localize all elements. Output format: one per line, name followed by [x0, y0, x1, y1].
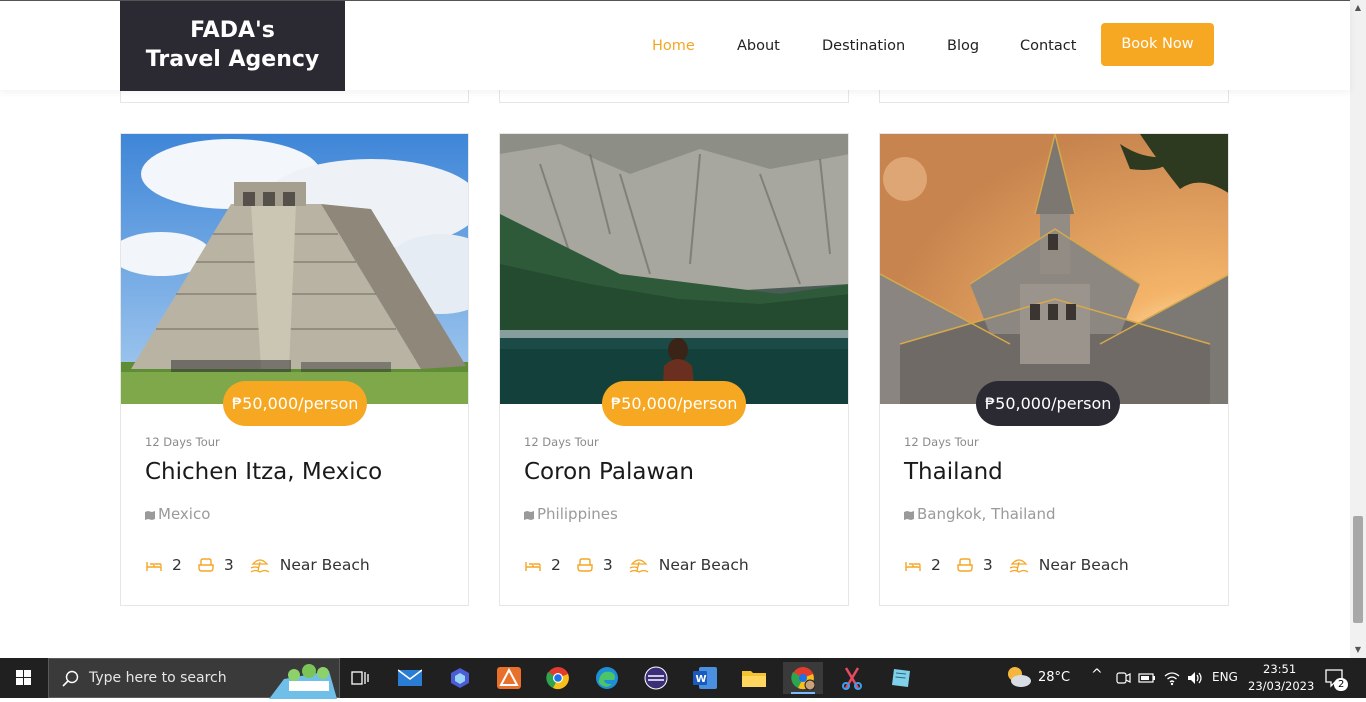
tour-title[interactable]: Coron Palawan — [524, 459, 694, 485]
nav-contact[interactable]: Contact — [1020, 38, 1076, 54]
volume-icon[interactable] — [1186, 670, 1204, 686]
bed-icon — [905, 562, 921, 571]
chrome-icon[interactable] — [538, 662, 578, 694]
beach-icon — [250, 559, 270, 573]
snipping-tool-icon[interactable] — [832, 662, 872, 694]
tour-location-text: Philippines — [537, 505, 618, 523]
language-indicator[interactable]: ENG — [1212, 670, 1238, 684]
feature-beach: Near Beach — [658, 556, 749, 574]
clock-time[interactable]: 23:51 — [1263, 662, 1296, 676]
price-badge: ₱50,000/person — [223, 381, 368, 426]
tour-duration: 12 Days Tour — [524, 435, 599, 449]
feature-rooms: 2 — [931, 556, 941, 574]
tour-duration: 12 Days Tour — [904, 435, 979, 449]
notes-app-icon[interactable] — [881, 662, 921, 694]
svg-text:W: W — [696, 674, 707, 685]
tour-location: Bangkok, Thailand — [904, 505, 1055, 523]
nav-about[interactable]: About — [737, 38, 780, 54]
tour-location: Mexico — [145, 505, 210, 523]
price-badge: ₱50,000/person — [976, 381, 1121, 426]
logo-line-1: FADA's — [190, 18, 275, 43]
feature-rooms: 2 — [551, 556, 561, 574]
site-logo[interactable]: FADA's Travel Agency — [120, 1, 345, 91]
tour-features: 2 3 Near Beach — [524, 554, 749, 576]
tour-location: Philippines — [524, 505, 618, 523]
nav-destination[interactable]: Destination — [822, 38, 905, 54]
price-badge: ₱50,000/person — [602, 381, 747, 426]
bath-icon — [198, 558, 214, 572]
feature-rooms: 2 — [172, 556, 182, 574]
tour-features: 2 3 Near Beach — [904, 554, 1129, 576]
weather-icon[interactable] — [1004, 664, 1032, 690]
nav-home[interactable]: Home — [652, 38, 695, 54]
word-icon[interactable]: W — [685, 662, 725, 694]
tour-duration: 12 Days Tour — [145, 435, 220, 449]
beach-icon — [629, 559, 649, 573]
tour-card[interactable]: ₱50,000/person 12 Days Tour Thailand Ban… — [879, 133, 1229, 606]
feature-baths: 3 — [223, 556, 234, 574]
taskbar: Type here to search W 28°C ^ ENG 23:51 2… — [0, 658, 1366, 699]
scroll-up-arrow-icon[interactable]: ▲ — [1350, 0, 1366, 16]
book-now-button[interactable]: Book Now — [1101, 23, 1214, 66]
clock-date[interactable]: 23/03/2023 — [1248, 679, 1314, 693]
office-app-icon[interactable] — [489, 662, 529, 694]
task-view-icon[interactable] — [340, 662, 380, 694]
scrollbar-thumb[interactable] — [1353, 516, 1363, 623]
file-explorer-icon[interactable] — [734, 662, 774, 694]
feature-baths: 3 — [982, 556, 993, 574]
previous-card-bottom — [499, 88, 849, 103]
meet-now-icon[interactable] — [1115, 670, 1131, 686]
search-placeholder: Type here to search — [89, 670, 227, 686]
taskbar-search-box[interactable]: Type here to search — [48, 658, 340, 699]
tour-image-chichen-itza[interactable] — [121, 134, 468, 404]
tour-location-text: Bangkok, Thailand — [917, 505, 1056, 523]
tour-card[interactable]: ₱50,000/person 12 Days Tour Coron Palawa… — [499, 133, 849, 606]
wifi-icon[interactable] — [1163, 670, 1181, 686]
page-scrollbar[interactable]: ▲ ▼ — [1350, 0, 1366, 658]
show-hidden-icons-chevron-icon[interactable]: ^ — [1091, 667, 1103, 683]
bath-icon — [577, 558, 593, 572]
active-app-indicator — [791, 692, 815, 694]
windows-logo-icon — [16, 670, 31, 685]
mail-icon[interactable] — [390, 662, 430, 694]
nav-blog[interactable]: Blog — [947, 38, 979, 54]
tour-title[interactable]: Thailand — [904, 459, 1003, 485]
bed-icon — [525, 562, 541, 571]
weather-temperature[interactable]: 28°C — [1038, 670, 1070, 685]
feature-baths: 3 — [602, 556, 613, 574]
map-icon — [904, 510, 914, 520]
tour-image-thailand[interactable] — [880, 134, 1228, 404]
copilot-icon[interactable] — [440, 662, 480, 694]
feature-beach: Near Beach — [279, 556, 370, 574]
start-button[interactable] — [0, 658, 48, 698]
tour-features: 2 3 Near Beach — [145, 554, 370, 576]
battery-icon[interactable] — [1138, 670, 1156, 686]
scroll-down-arrow-icon[interactable]: ▼ — [1350, 642, 1366, 658]
beach-icon — [1009, 559, 1029, 573]
chrome-profile-icon[interactable] — [783, 662, 823, 694]
site-header: FADA's Travel Agency Home About Destinat… — [0, 1, 1350, 91]
media-player-icon[interactable] — [636, 662, 676, 694]
web-page: FADA's Travel Agency Home About Destinat… — [0, 0, 1366, 658]
edge-icon[interactable] — [587, 662, 627, 694]
tour-title[interactable]: Chichen Itza, Mexico — [145, 459, 382, 485]
tour-location-text: Mexico — [158, 505, 211, 523]
bed-icon — [146, 562, 162, 571]
feature-beach: Near Beach — [1038, 556, 1129, 574]
bath-icon — [957, 558, 973, 572]
logo-line-2: Travel Agency — [145, 47, 320, 72]
search-icon — [62, 670, 79, 687]
previous-card-bottom — [879, 88, 1229, 103]
search-highlight-illustration-icon — [269, 664, 337, 699]
tour-card[interactable]: ₱50,000/person 12 Days Tour Chichen Itza… — [120, 133, 469, 606]
tour-image-coron-palawan[interactable] — [500, 134, 848, 404]
map-icon — [524, 510, 534, 520]
map-icon — [145, 510, 155, 520]
